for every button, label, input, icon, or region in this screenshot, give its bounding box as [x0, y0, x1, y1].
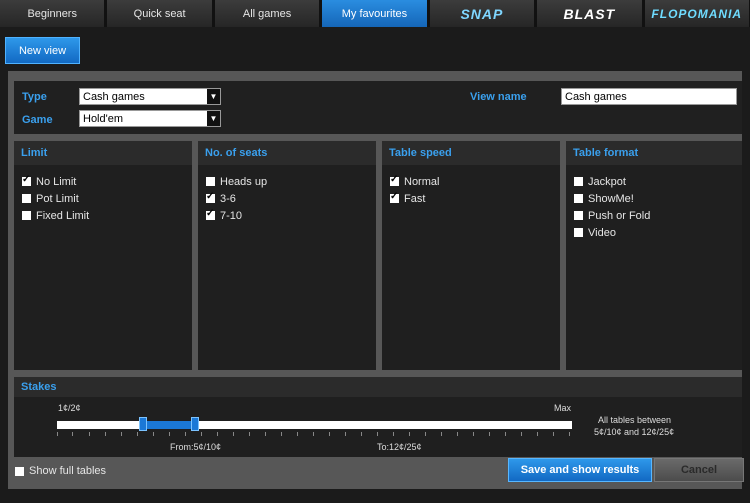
checkbox-icon[interactable]: [574, 194, 583, 203]
tab-beginners[interactable]: Beginners: [0, 0, 106, 27]
stakes-from-label: From:5¢/10¢: [170, 442, 222, 452]
option-label: Pot Limit: [36, 192, 79, 205]
cancel-button[interactable]: Cancel: [654, 458, 744, 482]
new-view-button[interactable]: New view: [5, 37, 80, 64]
option-label: 3-6: [220, 192, 236, 205]
option-label: Fixed Limit: [36, 209, 90, 222]
seats-option-heads-up[interactable]: Heads up: [198, 173, 376, 190]
limit-option-fixed-limit[interactable]: Fixed Limit: [14, 207, 192, 224]
checkbox-icon[interactable]: [574, 177, 583, 186]
show-full-tables-label: Show full tables: [29, 465, 107, 477]
speed-option-normal[interactable]: Normal: [382, 173, 560, 190]
limit-option-pot-limit[interactable]: Pot Limit: [14, 190, 192, 207]
tab-snap[interactable]: SNAP: [429, 0, 536, 27]
checkbox-icon[interactable]: [574, 211, 583, 220]
checkbox-icon[interactable]: [22, 211, 31, 220]
top-tab-bar: Beginners Quick seat All games My favour…: [0, 0, 750, 27]
option-label: Normal: [404, 175, 440, 188]
tab-blast[interactable]: BLAST: [537, 0, 643, 27]
checkbox-icon[interactable]: [15, 466, 24, 476]
format-header: Table format: [566, 141, 742, 165]
checkbox-icon[interactable]: [390, 191, 399, 203]
seats-column: No. of seats Heads up 3-6 7-10: [198, 141, 376, 370]
checkbox-icon[interactable]: [206, 208, 215, 220]
game-select[interactable]: Hold'em ▼: [79, 110, 221, 127]
game-select-value: Hold'em: [83, 113, 124, 125]
tab-flopomania[interactable]: FLOPOMANIA: [644, 0, 750, 27]
option-label: Push or Fold: [588, 209, 651, 222]
stakes-slider-range: [143, 421, 195, 429]
tab-all-games[interactable]: All games: [214, 0, 321, 27]
stakes-to-handle[interactable]: [191, 417, 199, 431]
view-name-input[interactable]: [561, 88, 737, 105]
checkbox-icon[interactable]: [206, 191, 215, 203]
checkbox-icon[interactable]: [574, 228, 583, 237]
option-label: ShowMe!: [588, 192, 634, 205]
option-label: Heads up: [220, 175, 268, 188]
speed-column: Table speed Normal Fast: [382, 141, 560, 370]
format-column: Table format Jackpot ShowMe! Push or Fol…: [566, 141, 742, 370]
format-option-push-or-fold[interactable]: Push or Fold: [566, 207, 742, 224]
stakes-ticks: [57, 432, 572, 436]
stakes-summary-line2: 5¢/10¢ and 12¢/25¢: [594, 427, 675, 437]
chevron-down-icon: ▼: [207, 89, 220, 104]
save-and-show-results-button[interactable]: Save and show results: [508, 458, 652, 482]
option-label: Video: [588, 226, 616, 239]
type-label: Type: [22, 91, 47, 103]
stakes-header: Stakes: [14, 377, 742, 397]
seats-option-7-10[interactable]: 7-10: [198, 207, 376, 224]
show-full-tables-toggle[interactable]: Show full tables: [15, 465, 106, 477]
stakes-slider-track[interactable]: [57, 421, 572, 429]
stakes-to-label: To:12¢/25¢: [377, 442, 422, 452]
chevron-down-icon: ▼: [207, 111, 220, 126]
format-option-showme[interactable]: ShowMe!: [566, 190, 742, 207]
checkbox-icon[interactable]: [206, 177, 215, 186]
tab-quick-seat[interactable]: Quick seat: [107, 0, 213, 27]
checkbox-icon[interactable]: [22, 194, 31, 203]
format-option-jackpot[interactable]: Jackpot: [566, 173, 742, 190]
seats-header: No. of seats: [198, 141, 376, 165]
stakes-max-label: Max: [554, 403, 572, 413]
speed-option-fast[interactable]: Fast: [382, 190, 560, 207]
stakes-summary-line1: All tables between: [598, 415, 672, 425]
stakes-from-handle[interactable]: [139, 417, 147, 431]
option-label: No Limit: [36, 175, 77, 188]
option-label: 7-10: [220, 209, 243, 222]
game-label: Game: [22, 114, 53, 126]
checkbox-icon[interactable]: [390, 174, 399, 186]
checkbox-icon[interactable]: [22, 174, 31, 186]
type-select-value: Cash games: [83, 91, 145, 103]
option-label: Jackpot: [588, 175, 626, 188]
stakes-min-label: 1¢/2¢: [58, 403, 81, 413]
speed-header: Table speed: [382, 141, 560, 165]
view-name-label: View name: [470, 91, 527, 103]
tab-my-favourites[interactable]: My favourites: [322, 0, 428, 27]
limit-column: Limit No Limit Pot Limit Fixed Limit: [14, 141, 192, 370]
format-option-video[interactable]: Video: [566, 224, 742, 241]
limit-header: Limit: [14, 141, 192, 165]
type-select[interactable]: Cash games ▼: [79, 88, 221, 105]
option-label: Fast: [404, 192, 426, 205]
limit-option-no-limit[interactable]: No Limit: [14, 173, 192, 190]
seats-option-3-6[interactable]: 3-6: [198, 190, 376, 207]
